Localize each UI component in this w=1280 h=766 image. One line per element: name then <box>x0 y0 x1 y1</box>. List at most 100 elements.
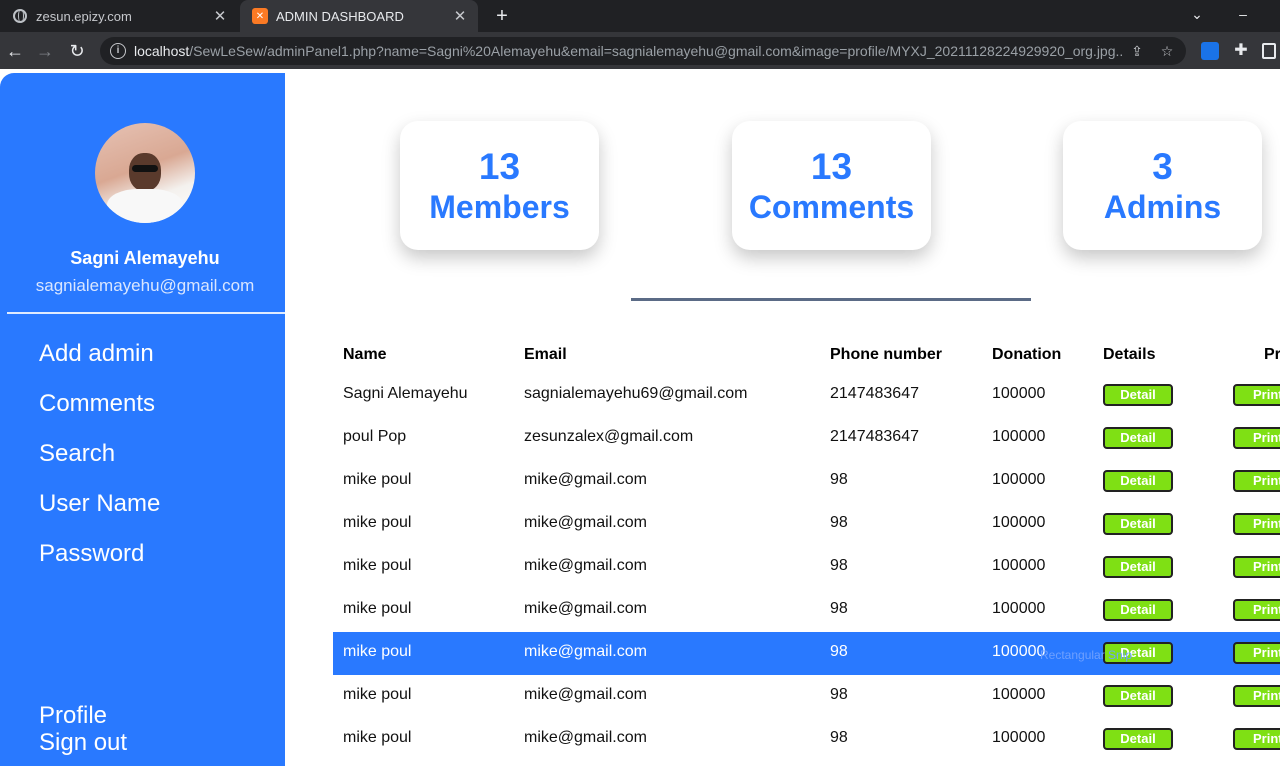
table-row[interactable]: mike poul mike@gmail.com 98 100000 Detail Pri… <box>333 546 1280 589</box>
print-button[interactable]: Print <box>1233 599 1280 621</box>
browser-toolbar: ← → ↻ i localhost/SewLeSew/adminPanel1.p… <box>0 32 1280 69</box>
side-panel-icon[interactable] <box>1262 43 1276 59</box>
cell-name: mike poul <box>343 686 412 703</box>
table-row[interactable]: mike poul mike@gmail.com 98 100000 Detail Pri… <box>333 503 1280 546</box>
print-button[interactable]: Print <box>1233 470 1280 492</box>
tab-title: zesun.epizy.com <box>36 8 132 24</box>
print-button[interactable]: Print <box>1233 642 1280 664</box>
print-button[interactable]: Print <box>1233 728 1280 750</box>
print-button[interactable]: Print <box>1233 685 1280 707</box>
sidebar-item-search[interactable]: Search <box>39 440 115 468</box>
cell-donation: 100000 <box>992 729 1046 746</box>
cell-phone: 2147483647 <box>830 385 919 402</box>
url-host: localhost <box>134 43 190 59</box>
url-text[interactable]: localhost/SewLeSew/adminPanel1.php?name=… <box>134 43 1124 59</box>
tab-search-chevron-icon[interactable]: ⌄ <box>1174 0 1220 32</box>
puzzle-extensions-icon[interactable]: ✚ <box>1232 42 1250 60</box>
detail-button[interactable]: Detail <box>1103 685 1173 707</box>
browser-tab-zesun[interactable]: zesun.epizy.com ✕ <box>0 0 238 32</box>
cell-email: zesunzalex@gmail.com <box>524 428 694 445</box>
cell-phone: 98 <box>830 471 848 488</box>
cell-donation: 100000 <box>992 428 1046 445</box>
cell-email: mike@gmail.com <box>524 729 647 746</box>
column-header-donation: Donation <box>992 346 1062 363</box>
cell-name: Sagni Alemayehu <box>343 385 468 402</box>
detail-button[interactable]: Detail <box>1103 470 1173 492</box>
column-header-email: Email <box>524 346 567 363</box>
extension-icon[interactable] <box>1201 42 1219 60</box>
minimize-button[interactable]: – <box>1220 0 1266 32</box>
cell-email: mike@gmail.com <box>524 686 647 703</box>
detail-button[interactable]: Detail <box>1103 556 1173 578</box>
comments-stat-card: 13 Comments <box>732 121 931 250</box>
forward-arrow-icon[interactable]: → <box>32 38 58 64</box>
cell-email: mike@gmail.com <box>524 514 647 531</box>
cell-name: mike poul <box>343 600 412 617</box>
globe-icon <box>12 8 28 24</box>
table-row[interactable]: Sagni Alemayehu sagnialemayehu69@gmail.co… <box>333 374 1280 417</box>
detail-button[interactable]: Detail <box>1103 728 1173 750</box>
detail-button[interactable]: Detail <box>1103 427 1173 449</box>
members-count: 13 <box>478 146 521 187</box>
sidebar-item-user-name[interactable]: User Name <box>39 490 160 518</box>
table-row[interactable]: mike poul mike@gmail.com 98 100000 Detail Pri… <box>333 589 1280 632</box>
cell-name: mike poul <box>343 471 412 488</box>
cell-phone: 98 <box>830 686 848 703</box>
admins-count: 3 <box>1152 146 1173 187</box>
share-icon[interactable]: ⇪ <box>1128 42 1146 60</box>
cell-phone: 98 <box>830 600 848 617</box>
sidebar-divider <box>7 312 285 314</box>
table-row[interactable]: mike poul mike@gmail.com 98 100000 Detail Pri… <box>333 460 1280 503</box>
avatar <box>95 123 195 223</box>
cell-name: poul Pop <box>343 428 407 445</box>
column-header-name: Name <box>343 346 387 363</box>
admin-email: sagnialemayehu@gmail.com <box>35 276 255 295</box>
cell-donation: 100000 <box>992 686 1046 703</box>
column-header-details: Details <box>1103 346 1156 363</box>
sidebar-item-password[interactable]: Password <box>39 540 144 568</box>
snip-overlay-text: Rectangular Snip <box>1040 648 1133 662</box>
reload-icon[interactable]: ↻ <box>64 38 90 64</box>
cell-phone: 98 <box>830 557 848 574</box>
admins-label: Admins <box>1103 189 1222 225</box>
new-tab-button[interactable]: + <box>490 4 514 28</box>
print-button[interactable]: Print <box>1233 427 1280 449</box>
sidebar-item-add-admin[interactable]: Add admin <box>39 340 154 368</box>
xampp-icon: ✕ <box>252 8 268 24</box>
cell-email: mike@gmail.com <box>524 557 647 574</box>
print-button[interactable]: Print <box>1233 384 1280 406</box>
detail-button[interactable]: Detail <box>1103 599 1173 621</box>
comments-count: 13 <box>810 146 853 187</box>
column-header-print: Pr <box>1264 346 1280 363</box>
table-row[interactable]: poul Pop zesunzalex@gmail.com 2147483647 10… <box>333 417 1280 460</box>
table-row[interactable]: mike poul mike@gmail.com 98 100000 Detail Pri… <box>333 632 1280 675</box>
close-icon[interactable]: ✕ <box>450 7 470 25</box>
sidebar-item-sign-out[interactable]: Sign out <box>39 729 127 757</box>
detail-button[interactable]: Detail <box>1103 384 1173 406</box>
section-divider <box>631 298 1031 301</box>
bookmark-star-icon[interactable]: ☆ <box>1158 42 1176 60</box>
back-arrow-icon[interactable]: ← <box>2 38 28 64</box>
cell-email: mike@gmail.com <box>524 471 647 488</box>
browser-tab-admin-dashboard[interactable]: ✕ ADMIN DASHBOARD ✕ <box>240 0 478 32</box>
table-row[interactable]: mike poul mike@gmail.com 98 100000 Detail Pri… <box>333 718 1280 761</box>
address-bar[interactable]: i localhost/SewLeSew/adminPanel1.php?nam… <box>100 37 1186 65</box>
cell-name: mike poul <box>343 557 412 574</box>
close-icon[interactable]: ✕ <box>210 7 230 25</box>
cell-name: mike poul <box>343 643 412 660</box>
cell-email: mike@gmail.com <box>524 643 647 660</box>
detail-button[interactable]: Detail <box>1103 513 1173 535</box>
sidebar-item-profile[interactable]: Profile <box>39 702 107 730</box>
comments-label: Comments <box>748 189 915 225</box>
admin-name: Sagni Alemayehu <box>70 248 220 268</box>
cell-email: mike@gmail.com <box>524 600 647 617</box>
print-button[interactable]: Print <box>1233 513 1280 535</box>
browser-tab-bar: zesun.epizy.com ✕ ✕ ADMIN DASHBOARD ✕ + … <box>0 0 1280 32</box>
cell-name: mike poul <box>343 514 412 531</box>
table-row[interactable]: mike poul mike@gmail.com 98 100000 Detail Pri… <box>333 675 1280 718</box>
cell-donation: 100000 <box>992 385 1046 402</box>
print-button[interactable]: Print <box>1233 556 1280 578</box>
sidebar-item-comments[interactable]: Comments <box>39 390 155 418</box>
admins-stat-card: 3 Admins <box>1063 121 1262 250</box>
site-info-icon[interactable]: i <box>110 43 126 59</box>
